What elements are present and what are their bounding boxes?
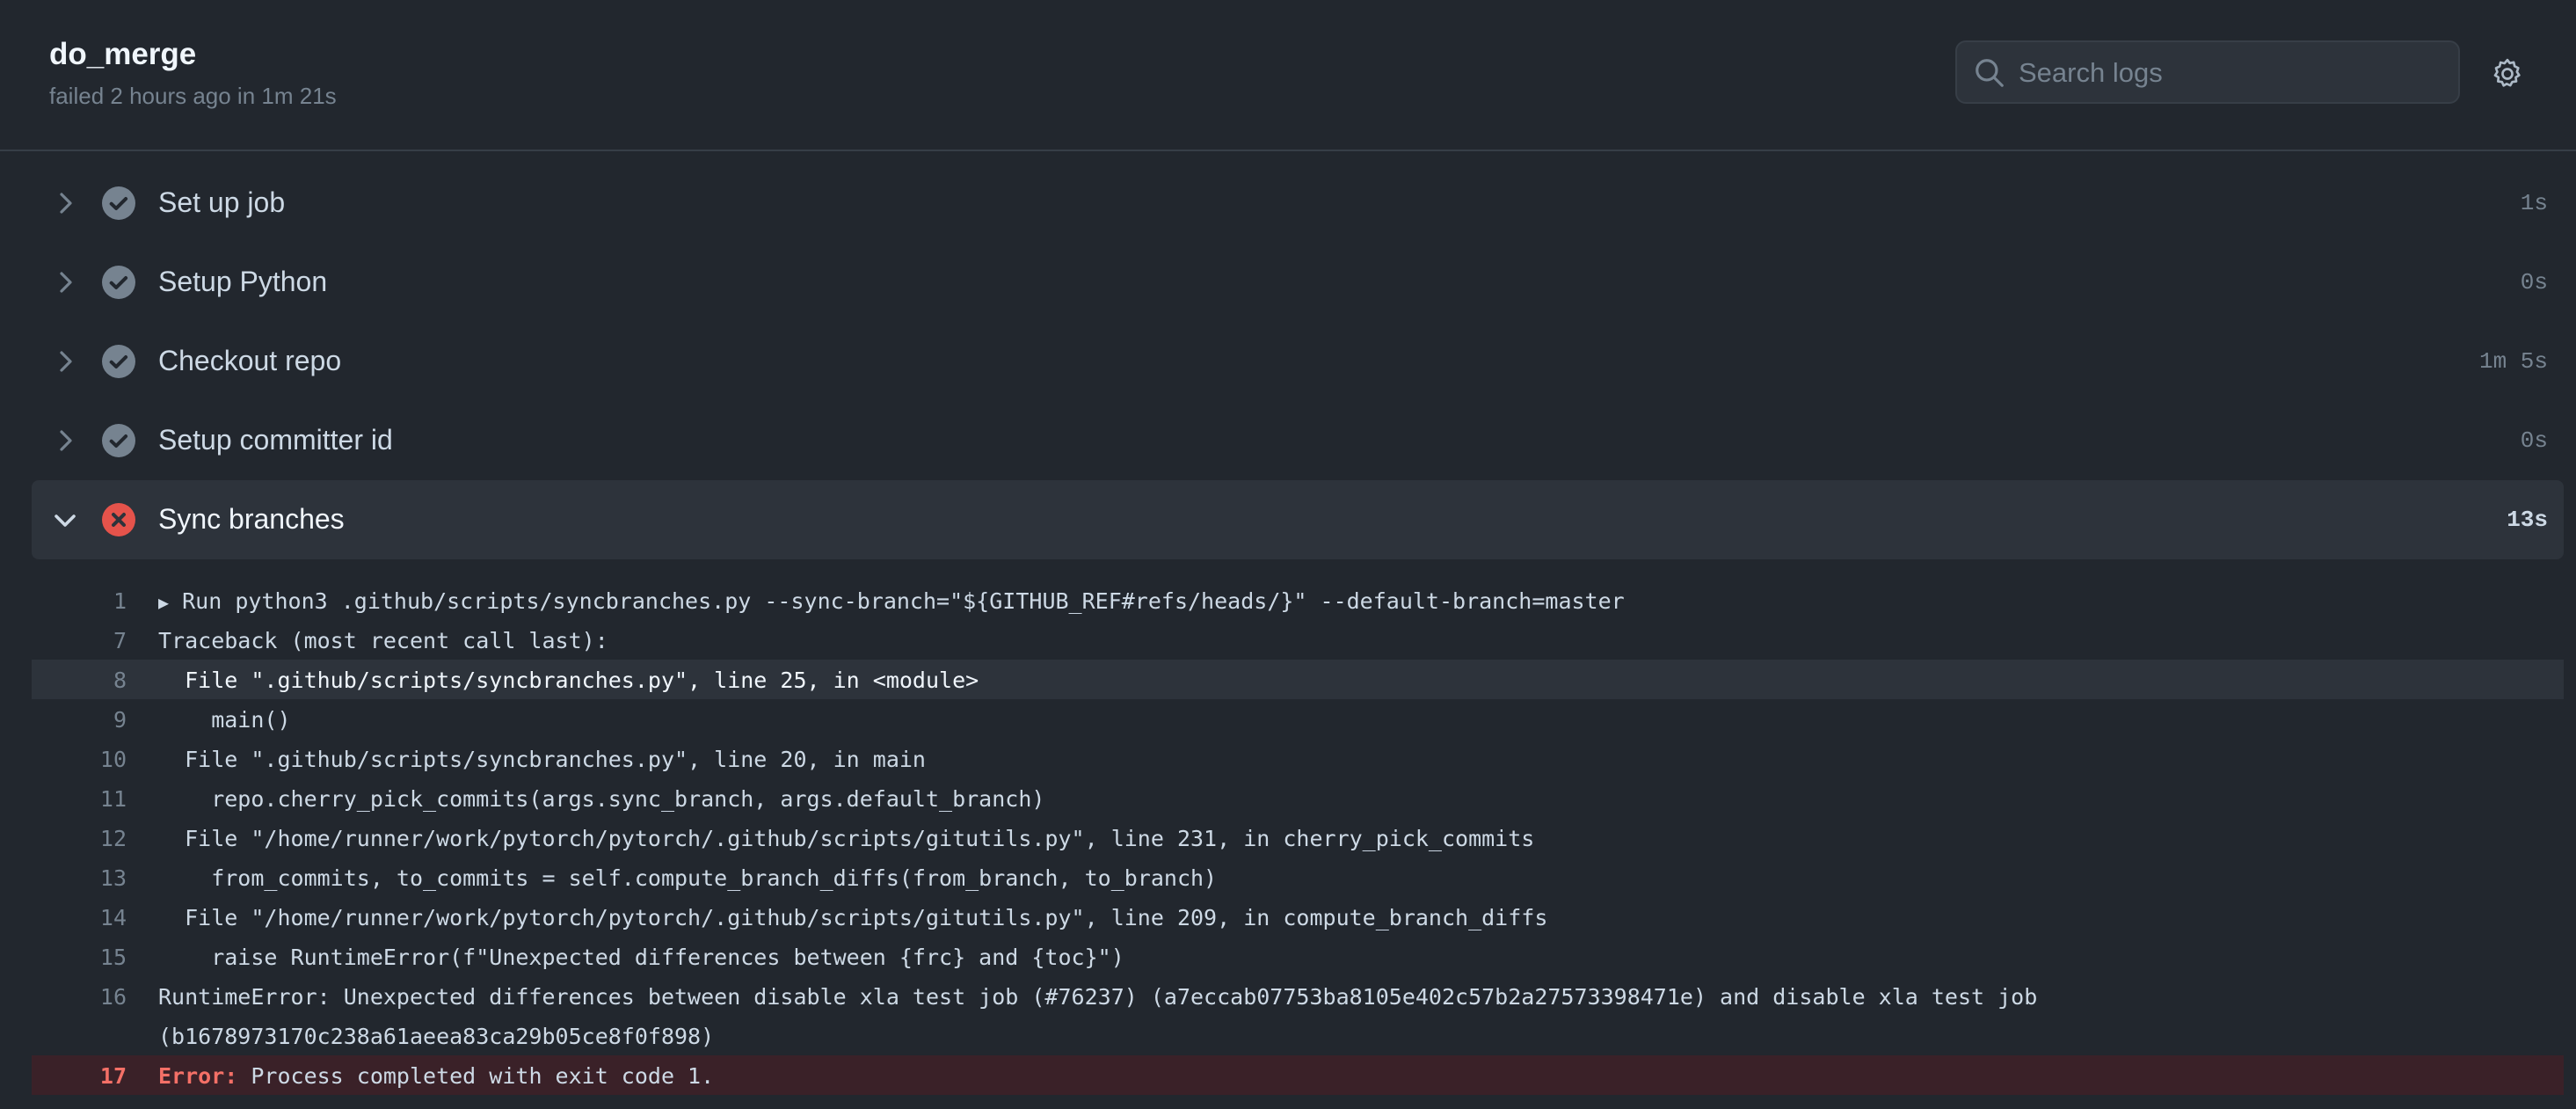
- log-line[interactable]: 9 main(): [32, 699, 2564, 739]
- triangle-right-icon[interactable]: ▶: [158, 592, 169, 613]
- search-icon: [1976, 59, 2004, 87]
- log-line-text: File ".github/scripts/syncbranches.py", …: [158, 747, 926, 772]
- step-setup-python[interactable]: Setup Python 0s: [32, 243, 2564, 322]
- log-line-text: from_commits, to_commits = self.compute_…: [158, 865, 1218, 891]
- step-duration: 1m 5s: [2478, 348, 2548, 375]
- step-set-up-job[interactable]: Set up job 1s: [32, 164, 2564, 243]
- line-number[interactable]: 1: [32, 588, 127, 614]
- log-line-text: File "/home/runner/work/pytorch/pytorch/…: [158, 905, 1548, 930]
- step-duration: 1s: [2520, 190, 2548, 216]
- log-line[interactable]: 1 ▶ Run python3 .github/scripts/syncbran…: [32, 580, 2564, 620]
- step-name: Checkout repo: [158, 345, 342, 376]
- log-line-text: main(): [158, 707, 291, 733]
- step-duration: 0s: [2520, 427, 2548, 454]
- error-message: Process completed with exit code 1.: [237, 1063, 715, 1089]
- log-line[interactable]: 7 Traceback (most recent call last):: [32, 620, 2564, 660]
- line-number[interactable]: 17: [32, 1063, 127, 1089]
- log-line-text: repo.cherry_pick_commits(args.sync_branc…: [158, 786, 1045, 812]
- line-number[interactable]: 8: [32, 668, 127, 693]
- log-line-text: Error: Process completed with exit code …: [158, 1063, 714, 1089]
- run-command: Run python3 .github/scripts/syncbranches…: [182, 588, 1625, 614]
- check-circle-icon: [102, 345, 135, 378]
- x-circle-icon: [102, 503, 135, 536]
- step-checkout-repo[interactable]: Checkout repo 1m 5s: [32, 322, 2564, 401]
- gear-icon[interactable]: [2490, 56, 2525, 91]
- check-circle-icon: [102, 266, 135, 299]
- log-line[interactable]: 11 repo.cherry_pick_commits(args.sync_br…: [32, 778, 2564, 818]
- line-number[interactable]: 10: [32, 747, 127, 772]
- log-line-text: ▶ Run python3 .github/scripts/syncbranch…: [158, 588, 1625, 614]
- search-logs-box[interactable]: [1955, 40, 2460, 104]
- log-line[interactable]: 15 raise RuntimeError(f"Unexpected diffe…: [32, 937, 2564, 976]
- log-output: 1 ▶ Run python3 .github/scripts/syncbran…: [32, 580, 2564, 1095]
- chevron-right-icon[interactable]: [51, 427, 79, 455]
- steps-list: Set up job 1s Setup Python 0s Checkout r…: [32, 164, 2564, 559]
- job-header: do_merge failed 2 hours ago in 1m 21s: [0, 0, 2576, 151]
- log-line-text: File ".github/scripts/syncbranches.py", …: [158, 668, 979, 693]
- log-line-text: Traceback (most recent call last):: [158, 628, 608, 653]
- log-line[interactable]: 8 File ".github/scripts/syncbranches.py"…: [32, 660, 2564, 699]
- step-name: Set up job: [158, 186, 286, 218]
- search-logs-input[interactable]: [2017, 51, 2442, 95]
- line-number[interactable]: 14: [32, 905, 127, 930]
- step-duration: 0s: [2520, 269, 2548, 295]
- log-line-error[interactable]: 17 Error: Process completed with exit co…: [32, 1055, 2564, 1095]
- step-duration: 13s: [2507, 507, 2548, 533]
- log-line[interactable]: 10 File ".github/scripts/syncbranches.py…: [32, 739, 2564, 778]
- line-number[interactable]: 12: [32, 826, 127, 851]
- log-line-text: RuntimeError: Unexpected differences bet…: [158, 984, 2038, 1010]
- line-number[interactable]: 15: [32, 945, 127, 970]
- check-circle-icon: [102, 424, 135, 457]
- step-name: Setup Python: [158, 266, 328, 297]
- chevron-right-icon[interactable]: [51, 268, 79, 296]
- job-status-summary: failed 2 hours ago in 1m 21s: [49, 83, 337, 109]
- chevron-right-icon[interactable]: [51, 189, 79, 217]
- log-line[interactable]: 16 RuntimeError: Unexpected differences …: [32, 976, 2564, 1055]
- log-line-text-continued: (b1678973170c238a61aeea83ca29b05ce8f0f89…: [158, 1024, 715, 1049]
- error-label: Error:: [158, 1063, 238, 1089]
- log-line-text: File "/home/runner/work/pytorch/pytorch/…: [158, 826, 1535, 851]
- line-number[interactable]: 9: [32, 707, 127, 733]
- chevron-right-icon[interactable]: [51, 347, 79, 376]
- log-line-text: raise RuntimeError(f"Unexpected differen…: [158, 945, 1124, 970]
- line-number[interactable]: 16: [32, 984, 127, 1010]
- line-number[interactable]: 11: [32, 786, 127, 812]
- check-circle-icon: [102, 186, 135, 220]
- step-name: Setup committer id: [158, 424, 393, 456]
- log-line[interactable]: 14 File "/home/runner/work/pytorch/pytor…: [32, 897, 2564, 937]
- job-title: do_merge: [49, 37, 197, 71]
- line-number[interactable]: 7: [32, 628, 127, 653]
- log-line[interactable]: 13 from_commits, to_commits = self.compu…: [32, 857, 2564, 897]
- step-sync-branches[interactable]: Sync branches 13s: [32, 480, 2564, 559]
- line-number[interactable]: 13: [32, 865, 127, 891]
- step-name: Sync branches: [158, 503, 345, 535]
- log-line[interactable]: 12 File "/home/runner/work/pytorch/pytor…: [32, 818, 2564, 857]
- step-setup-committer-id[interactable]: Setup committer id 0s: [32, 401, 2564, 480]
- chevron-down-icon[interactable]: [51, 506, 79, 534]
